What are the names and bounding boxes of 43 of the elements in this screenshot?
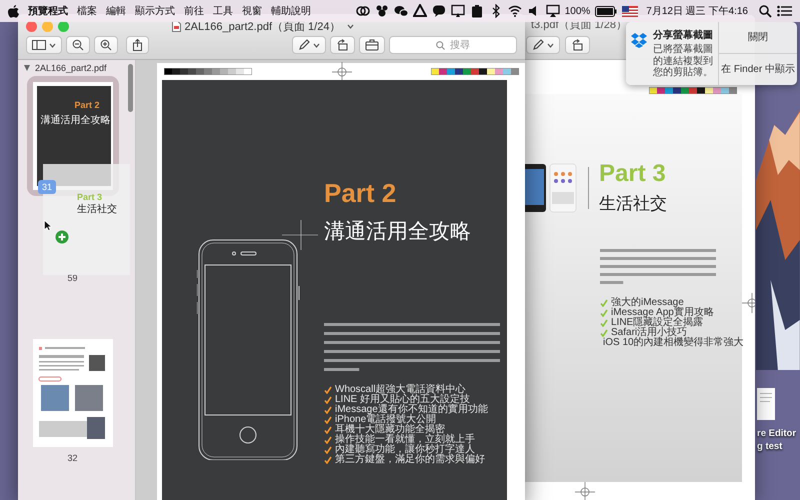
menu-item[interactable]: 編輯 xyxy=(106,4,126,18)
page-number: 59 xyxy=(67,273,78,283)
menu-item[interactable]: 工具 xyxy=(213,4,233,18)
part-heading: Part 3 xyxy=(599,160,667,188)
menu-item[interactable]: 輔助說明 xyxy=(271,4,311,18)
checklist-item: iOS 10的內建相機變得非常強大 xyxy=(603,338,744,348)
menu-item[interactable]: 前往 xyxy=(184,4,204,18)
checklist-item: LINE隱藏設定全揭露 xyxy=(611,318,704,328)
checklist-item: 耳機十大隱藏功能全揭密 xyxy=(335,425,445,435)
search-field[interactable]: 搜尋 xyxy=(389,36,517,54)
checklist-item: 強大的iMessage xyxy=(611,298,684,308)
checklist-item: LINE 好用又貼心的五大設定技 xyxy=(335,395,470,405)
battery-percentage: 100% xyxy=(564,6,590,16)
thumbnail-subtitle: 生活社交 xyxy=(77,202,117,216)
menu-item[interactable]: 顯示方式 xyxy=(135,4,175,18)
checklist-item: 內建聽寫功能，讓你秒打字達人 xyxy=(335,445,475,455)
part-subtitle: 生活社交 xyxy=(599,193,667,215)
checklist-item: iMessage還有你不知道的實用功能 xyxy=(335,405,488,415)
checklist-item: iPhone電話撥號大公開 xyxy=(335,415,436,425)
window-title: t3.pdf（頁面 1/28） xyxy=(531,18,627,32)
notification-message: 已將螢幕截圖的連結複製到您的剪貼簿。 xyxy=(653,44,713,78)
menu-item[interactable]: 檔案 xyxy=(77,4,97,18)
notification-title: 分享螢幕截圖 xyxy=(653,28,713,42)
checklist-item: 操作技能一看就懂，立刻就上手 xyxy=(335,435,475,445)
window-title: 2AL166_part2.pdf（頁面 1/24） xyxy=(184,20,340,34)
checklist-item: iMessage App實用攻略 xyxy=(611,308,714,318)
checklist-item: Whoscall超強大電話資料中心 xyxy=(335,385,466,395)
notification-button[interactable]: 關閉 xyxy=(719,22,797,53)
notification-button[interactable]: 在 Finder 中顯示 xyxy=(719,52,797,84)
thumbnail-heading: Part 2 xyxy=(74,100,100,110)
app-menu[interactable]: 預覽程式 xyxy=(28,4,68,18)
checklist-item: 第三方鍵盤，滿足你的需求與偏好 xyxy=(335,455,485,465)
menu-item[interactable]: 視窗 xyxy=(242,4,262,18)
part-heading: Part 2 xyxy=(324,178,398,209)
file-label[interactable]: g test xyxy=(757,441,782,452)
checklist-item: Safari活用小技巧 xyxy=(611,328,688,338)
page-count-badge: 31 xyxy=(38,180,56,194)
part-subtitle: 溝通活用全攻略 xyxy=(324,219,472,245)
page-number: 32 xyxy=(67,453,78,463)
thumbnail-subtitle: 溝通活用全攻略 xyxy=(40,114,110,127)
menubar-clock[interactable]: 7月12日 週三 下午4:16 xyxy=(646,4,748,18)
file-name[interactable]: 2AL166_part2.pdf xyxy=(35,63,107,73)
file-label[interactable]: re Editor xyxy=(757,428,796,439)
